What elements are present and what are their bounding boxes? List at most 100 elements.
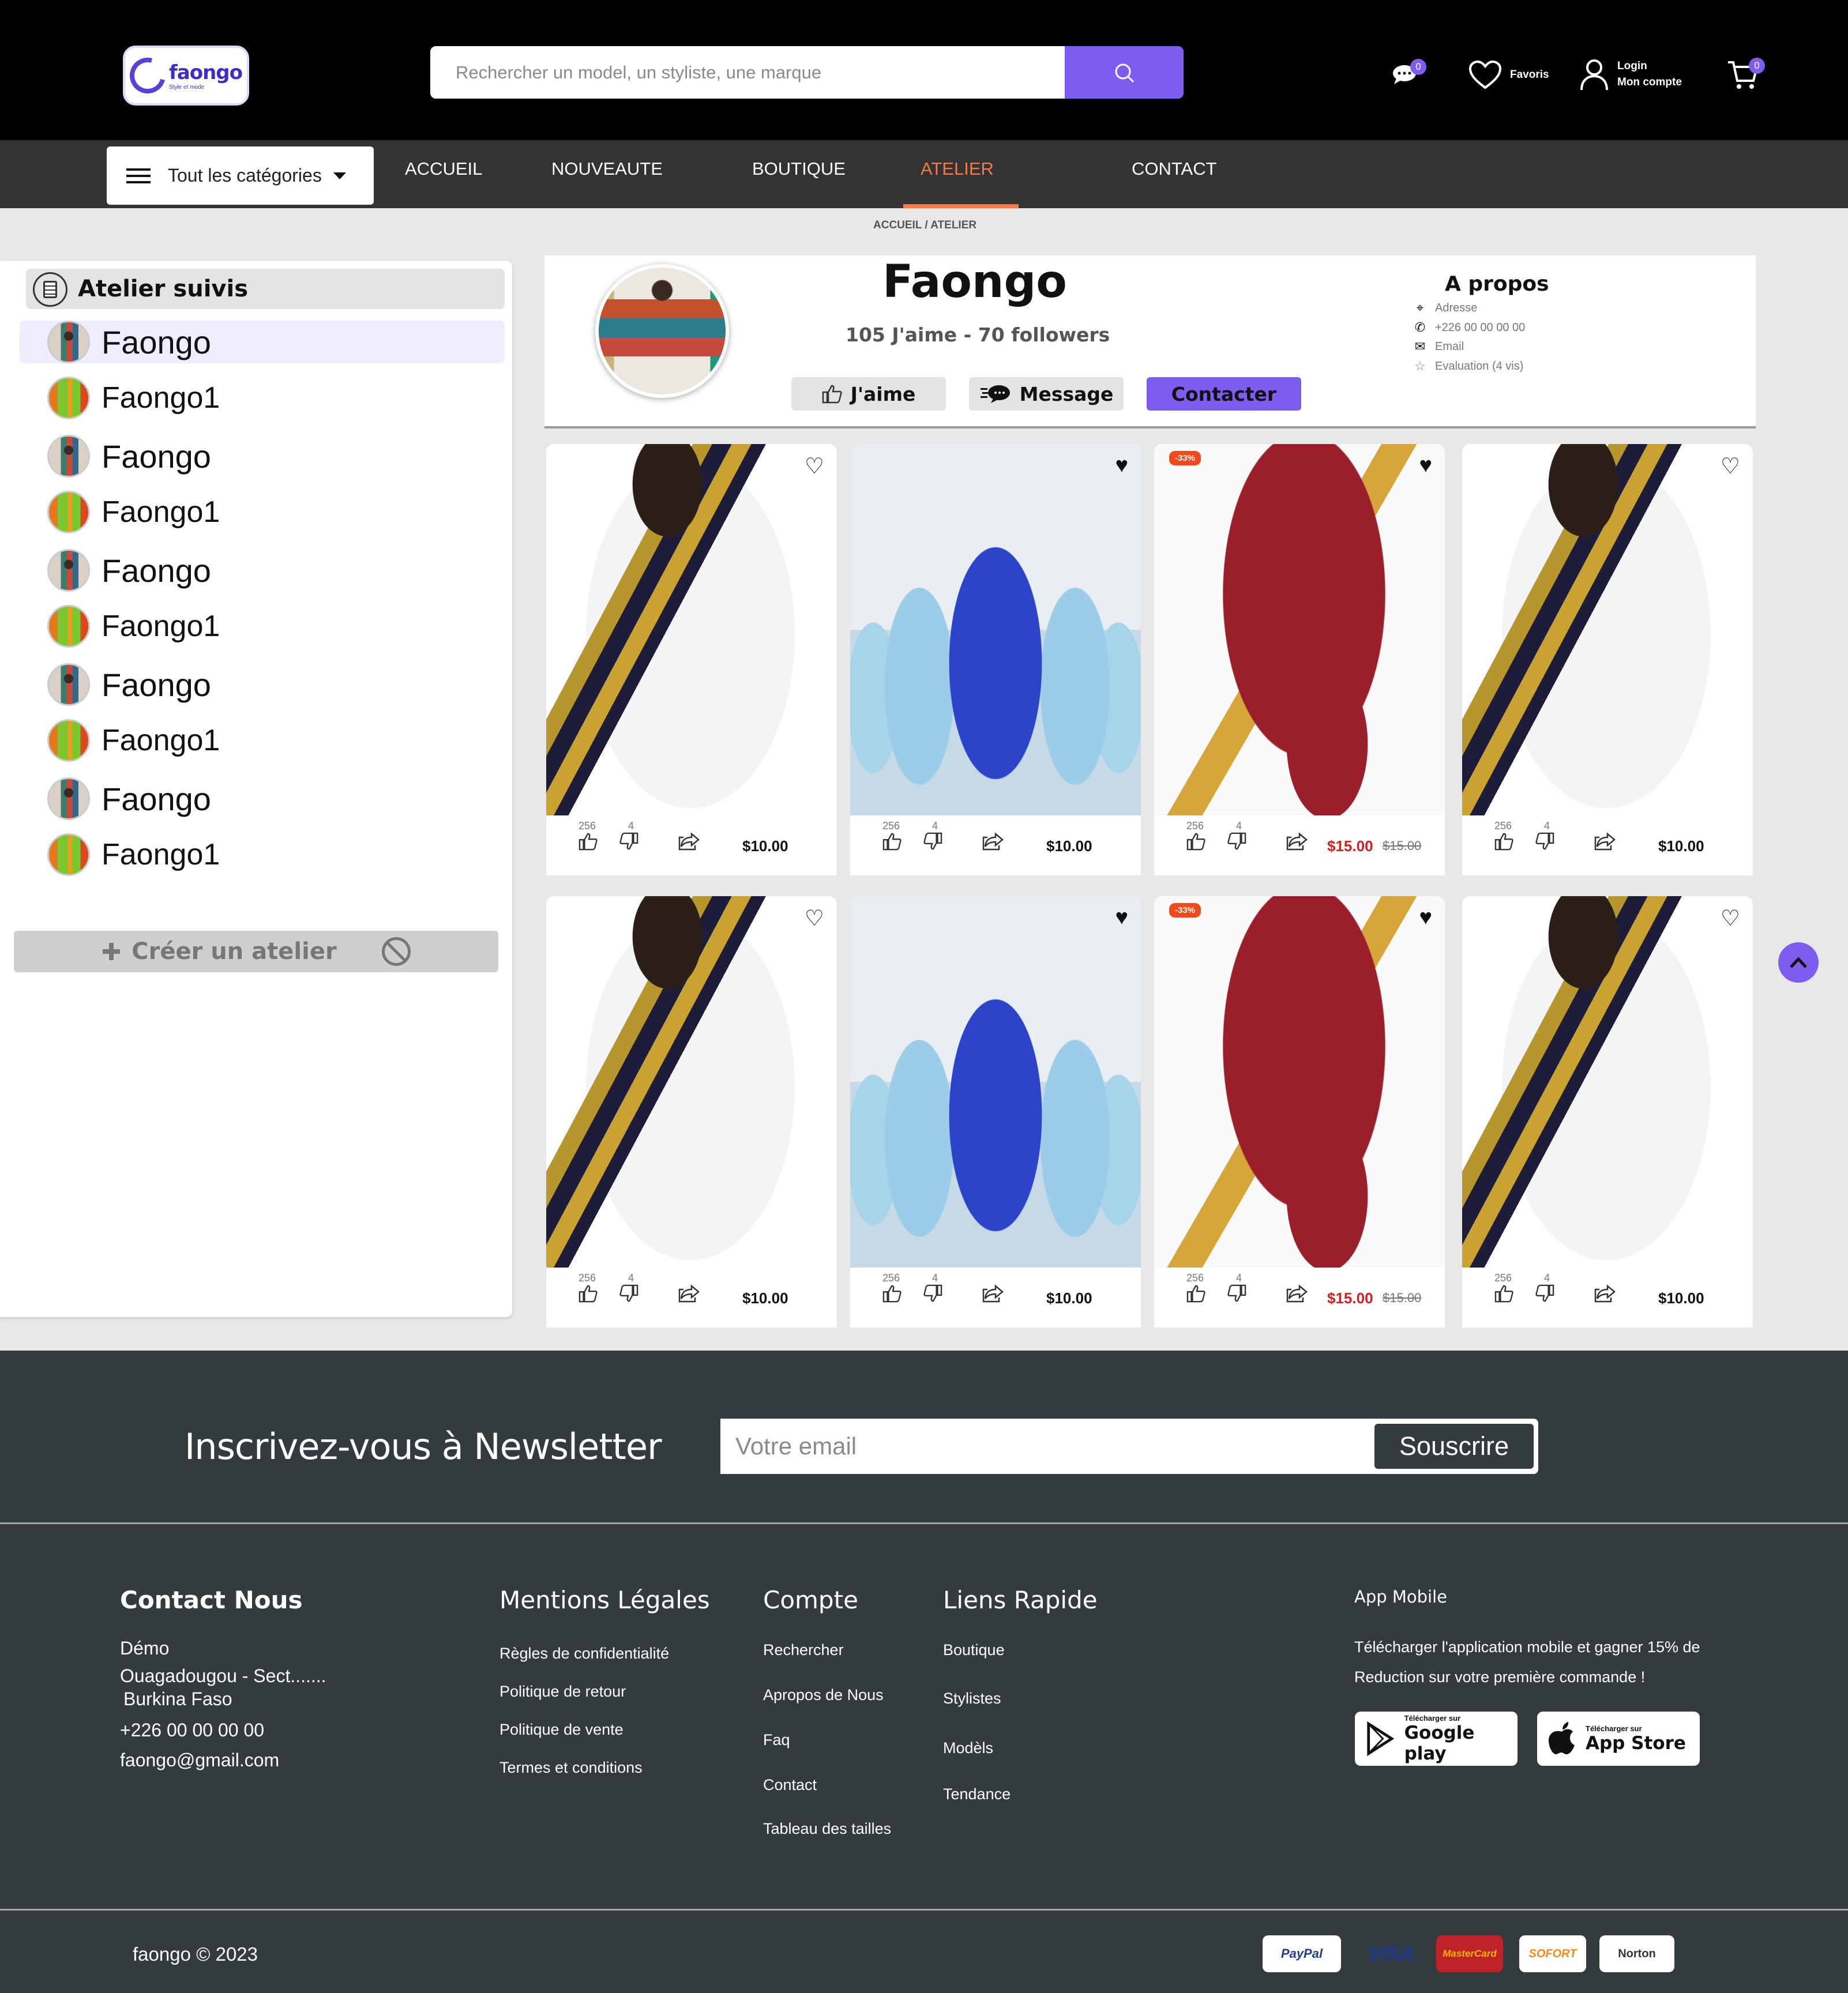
share-icon[interactable]	[982, 832, 1005, 856]
heart-outline-icon[interactable]: ♡	[805, 453, 824, 479]
product-image[interactable]	[1154, 444, 1445, 815]
account-link[interactable]: Contact	[763, 1776, 817, 1794]
sidebar-item[interactable]: Faongo	[20, 321, 505, 363]
share-icon[interactable]	[1286, 832, 1309, 856]
share-icon[interactable]	[982, 1284, 1005, 1308]
share-icon[interactable]	[678, 1284, 701, 1308]
legal-link[interactable]: Politique de retour	[499, 1683, 626, 1701]
product-image[interactable]	[1462, 896, 1753, 1268]
product-image[interactable]	[546, 444, 837, 815]
cart-button[interactable]: 0	[1727, 58, 1765, 94]
quick-link[interactable]: Tendance	[943, 1785, 1011, 1803]
thumbs-up-icon[interactable]	[882, 1284, 902, 1308]
subscribe-button[interactable]: Souscrire	[1374, 1424, 1534, 1469]
messages-button[interactable]: 0	[1392, 59, 1426, 89]
categories-label: Tout les catégories	[168, 165, 322, 186]
categories-dropdown[interactable]: Tout les catégories	[107, 146, 374, 205]
product-card[interactable]: ♡ 256 4 $10.00	[1462, 444, 1753, 875]
account-link[interactable]: Apropos de Nous	[763, 1686, 884, 1704]
legal-link[interactable]: Règles de confidentialité	[499, 1645, 669, 1663]
thumbs-down-icon[interactable]	[619, 832, 638, 856]
product-card[interactable]: ♡ 256 4 $10.00	[546, 896, 837, 1328]
heart-filled-icon[interactable]: ♥	[1115, 453, 1128, 478]
thumbs-up-icon[interactable]	[1186, 832, 1206, 856]
legal-link[interactable]: Termes et conditions	[499, 1759, 643, 1777]
product-card[interactable]: -33% ♥ 256 4 $15.00 $15.00	[1154, 444, 1445, 875]
like-button[interactable]: J'aime	[791, 377, 946, 411]
heart-filled-icon[interactable]: ♥	[1419, 905, 1432, 930]
heart-outline-icon[interactable]: ♡	[805, 905, 824, 931]
share-icon[interactable]	[1286, 1284, 1309, 1308]
thumbs-up-icon[interactable]	[1494, 832, 1514, 856]
sidebar-item[interactable]: Faongo	[20, 777, 505, 820]
sidebar-item[interactable]: Faongo	[20, 435, 505, 477]
account-link[interactable]: Rechercher	[763, 1641, 844, 1659]
thumbs-up-icon[interactable]	[1494, 1284, 1514, 1308]
thumbs-up-icon[interactable]	[1186, 1284, 1206, 1308]
nav-contact[interactable]: CONTACT	[1132, 159, 1217, 179]
product-card[interactable]: ♡ 256 4 $10.00	[1462, 896, 1753, 1328]
favorites-button[interactable]: Favoris	[1468, 60, 1549, 90]
thumbs-down-icon[interactable]	[1227, 1284, 1246, 1308]
nav-accueil[interactable]: ACCUEIL	[405, 159, 482, 179]
account-link[interactable]: Tableau des tailles	[763, 1820, 891, 1838]
thumbs-down-icon[interactable]	[1227, 832, 1246, 856]
product-image[interactable]	[850, 896, 1141, 1268]
share-icon[interactable]	[1594, 1284, 1617, 1308]
quick-link[interactable]: Stylistes	[943, 1690, 1001, 1708]
logo[interactable]: faongo Style et mode	[123, 46, 249, 106]
product-image[interactable]	[1462, 444, 1753, 815]
search-button[interactable]	[1065, 46, 1184, 99]
sidebar-item[interactable]: Faongo1	[20, 491, 505, 533]
avatar	[47, 719, 90, 762]
message-button[interactable]: Message	[969, 377, 1124, 411]
contact-button[interactable]: Contacter	[1147, 377, 1301, 411]
product-card[interactable]: ♥ 256 4 $10.00	[850, 444, 1141, 875]
account-link[interactable]: Faq	[763, 1731, 790, 1749]
newsletter-email-input[interactable]	[720, 1419, 1355, 1474]
nav-boutique[interactable]: BOUTIQUE	[752, 159, 846, 179]
heart-outline-icon[interactable]: ♡	[1721, 905, 1740, 931]
search-input[interactable]	[430, 46, 1065, 99]
nav-atelier[interactable]: ATELIER	[921, 159, 994, 179]
product-stats: 256 4 $15.00 $15.00	[1154, 820, 1445, 875]
account-button[interactable]: Login Mon compte	[1579, 58, 1682, 91]
share-icon[interactable]	[678, 832, 701, 856]
sidebar-item[interactable]: Faongo1	[20, 833, 505, 876]
heart-filled-icon[interactable]: ♥	[1419, 453, 1432, 478]
quick-link[interactable]: Modèls	[943, 1739, 993, 1757]
thumbs-down-icon[interactable]	[619, 1284, 638, 1308]
sidebar-item[interactable]: Faongo1	[20, 719, 505, 762]
contact-email[interactable]: faongo@gmail.com	[120, 1750, 279, 1771]
sidebar-item[interactable]: Faongo1	[20, 377, 505, 419]
heart-outline-icon[interactable]: ♡	[1721, 453, 1740, 479]
thumbs-up-icon[interactable]	[579, 1284, 598, 1308]
sidebar-item[interactable]: Faongo	[20, 549, 505, 592]
product-image[interactable]	[546, 896, 837, 1268]
product-card[interactable]: -33% ♥ 256 4 $15.00 $15.00	[1154, 896, 1445, 1328]
quick-link[interactable]: Boutique	[943, 1641, 1005, 1659]
product-image[interactable]	[850, 444, 1141, 815]
sofort-icon: SOFORT	[1519, 1935, 1586, 1972]
heart-filled-icon[interactable]: ♥	[1115, 905, 1128, 930]
product-card[interactable]: ♡ 256 4 $10.00	[546, 444, 837, 875]
create-workshop-button[interactable]: Créer un atelier	[14, 931, 498, 972]
thumbs-down-icon[interactable]	[923, 1284, 942, 1308]
product-card[interactable]: ♥ 256 4 $10.00	[850, 896, 1141, 1328]
thumbs-down-icon[interactable]	[1535, 832, 1554, 856]
thumbs-down-icon[interactable]	[923, 832, 942, 856]
product-image[interactable]	[1154, 896, 1445, 1268]
sidebar-item[interactable]: Faongo	[20, 663, 505, 706]
app-store-button[interactable]: Télécharger sur App Store	[1537, 1712, 1700, 1766]
google-play-button[interactable]: Télécharger sur Google play	[1355, 1712, 1518, 1766]
sidebar-item[interactable]: Faongo1	[20, 605, 505, 648]
like-label: J'aime	[850, 382, 916, 405]
nav-nouveaute[interactable]: NOUVEAUTE	[551, 159, 663, 179]
share-icon[interactable]	[1594, 832, 1617, 856]
thumbs-up-icon[interactable]	[579, 832, 598, 856]
thumbs-up-icon[interactable]	[882, 832, 902, 856]
scroll-to-top-button[interactable]	[1778, 942, 1819, 983]
legal-link[interactable]: Politique de vente	[499, 1721, 623, 1739]
workshop-name: Faongo	[102, 666, 211, 703]
thumbs-down-icon[interactable]	[1535, 1284, 1554, 1308]
